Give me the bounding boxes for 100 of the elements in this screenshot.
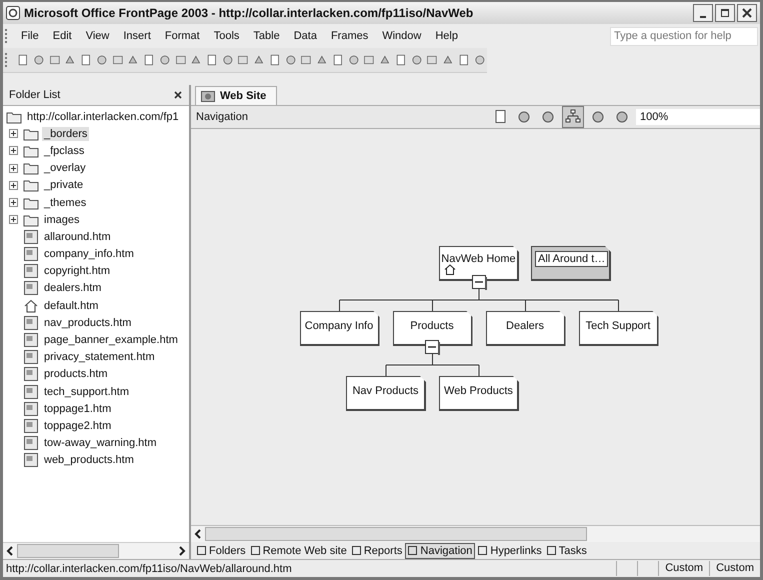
page-icon: [23, 453, 39, 468]
link-bar-node[interactable]: All Around t…: [531, 246, 611, 281]
expand-icon[interactable]: [9, 180, 18, 190]
view-tab[interactable]: Reports: [350, 544, 404, 558]
toolbar-icon[interactable]: [143, 52, 155, 68]
tree-item[interactable]: allaround.htm: [42, 230, 113, 244]
view-tab-icon: [546, 545, 557, 556]
menu-item[interactable]: View: [78, 30, 116, 42]
view-tab[interactable]: Navigation: [405, 542, 476, 558]
horizontal-scrollbar[interactable]: [191, 525, 760, 542]
view-tab-icon: [250, 545, 261, 556]
status-cell: Custom: [709, 561, 760, 576]
node-label: Tech Support: [584, 319, 652, 332]
document-tab[interactable]: Web Site: [195, 86, 278, 105]
menu-item[interactable]: Data: [286, 30, 324, 42]
toolbar-icon[interactable]: [206, 52, 218, 68]
collapse-icon[interactable]: [425, 340, 440, 355]
folder-icon: [23, 161, 39, 176]
view-tab-icon: [408, 545, 418, 556]
menu-item[interactable]: Format: [158, 30, 207, 42]
tree-item[interactable]: company_info.htm: [42, 247, 136, 262]
tree-item[interactable]: web_products.htm: [42, 453, 136, 468]
page-node[interactable]: Nav Products: [346, 376, 426, 411]
menu-item[interactable]: Table: [246, 30, 287, 42]
expand-icon[interactable]: [9, 215, 18, 224]
page-icon: [23, 281, 39, 296]
page-node[interactable]: Company Info: [300, 311, 380, 346]
tree-item[interactable]: http://collar.interlacken.com/fp1: [25, 110, 181, 124]
node-label: Nav Products: [351, 384, 420, 397]
page-icon: [23, 316, 39, 330]
menu-item[interactable]: Frames: [324, 30, 376, 42]
view-tab-icon: [478, 545, 488, 556]
page-node[interactable]: Products: [392, 311, 472, 346]
tree-item[interactable]: privacy_statement.htm: [42, 350, 157, 364]
view-tab[interactable]: Hyperlinks: [476, 544, 544, 558]
page-node[interactable]: Dealers: [486, 311, 566, 346]
tree-item[interactable]: copyright.htm: [42, 264, 112, 278]
tree-item[interactable]: images: [42, 212, 82, 227]
view-toolbar-icon[interactable]: [562, 106, 584, 128]
page-node[interactable]: Web Products: [439, 376, 519, 411]
view-tab[interactable]: Remote Web site: [248, 544, 349, 558]
page-node[interactable]: Tech Support: [578, 311, 658, 346]
horizontal-scrollbar[interactable]: [3, 542, 189, 559]
tree-item[interactable]: _themes: [42, 196, 88, 210]
toolbar-icon[interactable]: [17, 52, 29, 68]
page-icon: [23, 264, 39, 278]
tree-item[interactable]: default.htm: [42, 298, 100, 313]
page-icon: [23, 247, 39, 262]
menu-item[interactable]: Help: [428, 30, 465, 42]
expand-icon[interactable]: [9, 198, 18, 208]
tree-item[interactable]: page_banner_example.htm: [42, 333, 180, 348]
status-text: http://collar.interlacken.com/fp11iso/NavWeb/allaround.htm: [5, 562, 293, 574]
tree-item[interactable]: toppage2.htm: [42, 418, 114, 433]
toolbar-icon[interactable]: [394, 52, 407, 68]
page-icon: [23, 230, 39, 244]
tree-item[interactable]: tech_support.htm: [42, 384, 131, 399]
node-label: Products: [409, 319, 455, 332]
expand-icon[interactable]: [9, 164, 18, 173]
maximize-button[interactable]: [715, 4, 735, 22]
menu-item[interactable]: Insert: [116, 30, 158, 42]
zoom-dropdown[interactable]: 100%: [636, 109, 760, 125]
minimize-button[interactable]: [693, 4, 713, 22]
tree-item[interactable]: toppage1.htm: [42, 402, 114, 416]
toolbar-icon[interactable]: [268, 52, 281, 68]
page-icon: [23, 350, 39, 364]
pane-close-icon[interactable]: [173, 90, 183, 100]
menu-item[interactable]: File: [14, 30, 46, 42]
tree-item[interactable]: _overlay: [42, 161, 88, 176]
menu-item[interactable]: Window: [375, 30, 428, 42]
tree-item[interactable]: nav_products.htm: [42, 316, 134, 330]
node-label: Company Info: [304, 319, 374, 332]
maximize-icon: [720, 8, 730, 18]
page-icon: [23, 436, 39, 450]
app-icon: [6, 6, 20, 20]
tree-item[interactable]: tow-away_warning.htm: [42, 436, 158, 450]
tree-item[interactable]: dealers.htm: [42, 281, 104, 296]
page-node[interactable]: NavWeb Home: [439, 246, 519, 281]
toolbar-icon[interactable]: [458, 52, 470, 68]
tree-item[interactable]: _borders: [42, 126, 90, 141]
expand-icon[interactable]: [9, 146, 18, 156]
collapse-icon[interactable]: [472, 275, 486, 290]
help-search-field[interactable]: Type a question for help: [610, 26, 758, 46]
page-icon: [23, 367, 39, 382]
minimize-icon: [700, 16, 706, 18]
view-tab[interactable]: Tasks: [544, 544, 589, 558]
close-button[interactable]: [737, 4, 757, 22]
view-tab[interactable]: Folders: [195, 544, 248, 558]
tree-item[interactable]: _private: [42, 178, 86, 192]
folder-icon: [23, 196, 39, 210]
pane-title: Folder List: [9, 89, 62, 101]
node-label: NavWeb Home: [440, 252, 517, 265]
menu-item[interactable]: Tools: [206, 30, 246, 42]
expand-icon[interactable]: [9, 129, 18, 138]
folder-icon: [23, 144, 39, 158]
tree-item[interactable]: products.htm: [42, 367, 110, 382]
node-label: All Around t…: [535, 251, 608, 267]
toolbar-icon[interactable]: [80, 52, 92, 68]
menu-item[interactable]: Edit: [46, 30, 79, 42]
toolbar-icon[interactable]: [332, 52, 344, 68]
tree-item[interactable]: _fpclass: [42, 144, 86, 158]
